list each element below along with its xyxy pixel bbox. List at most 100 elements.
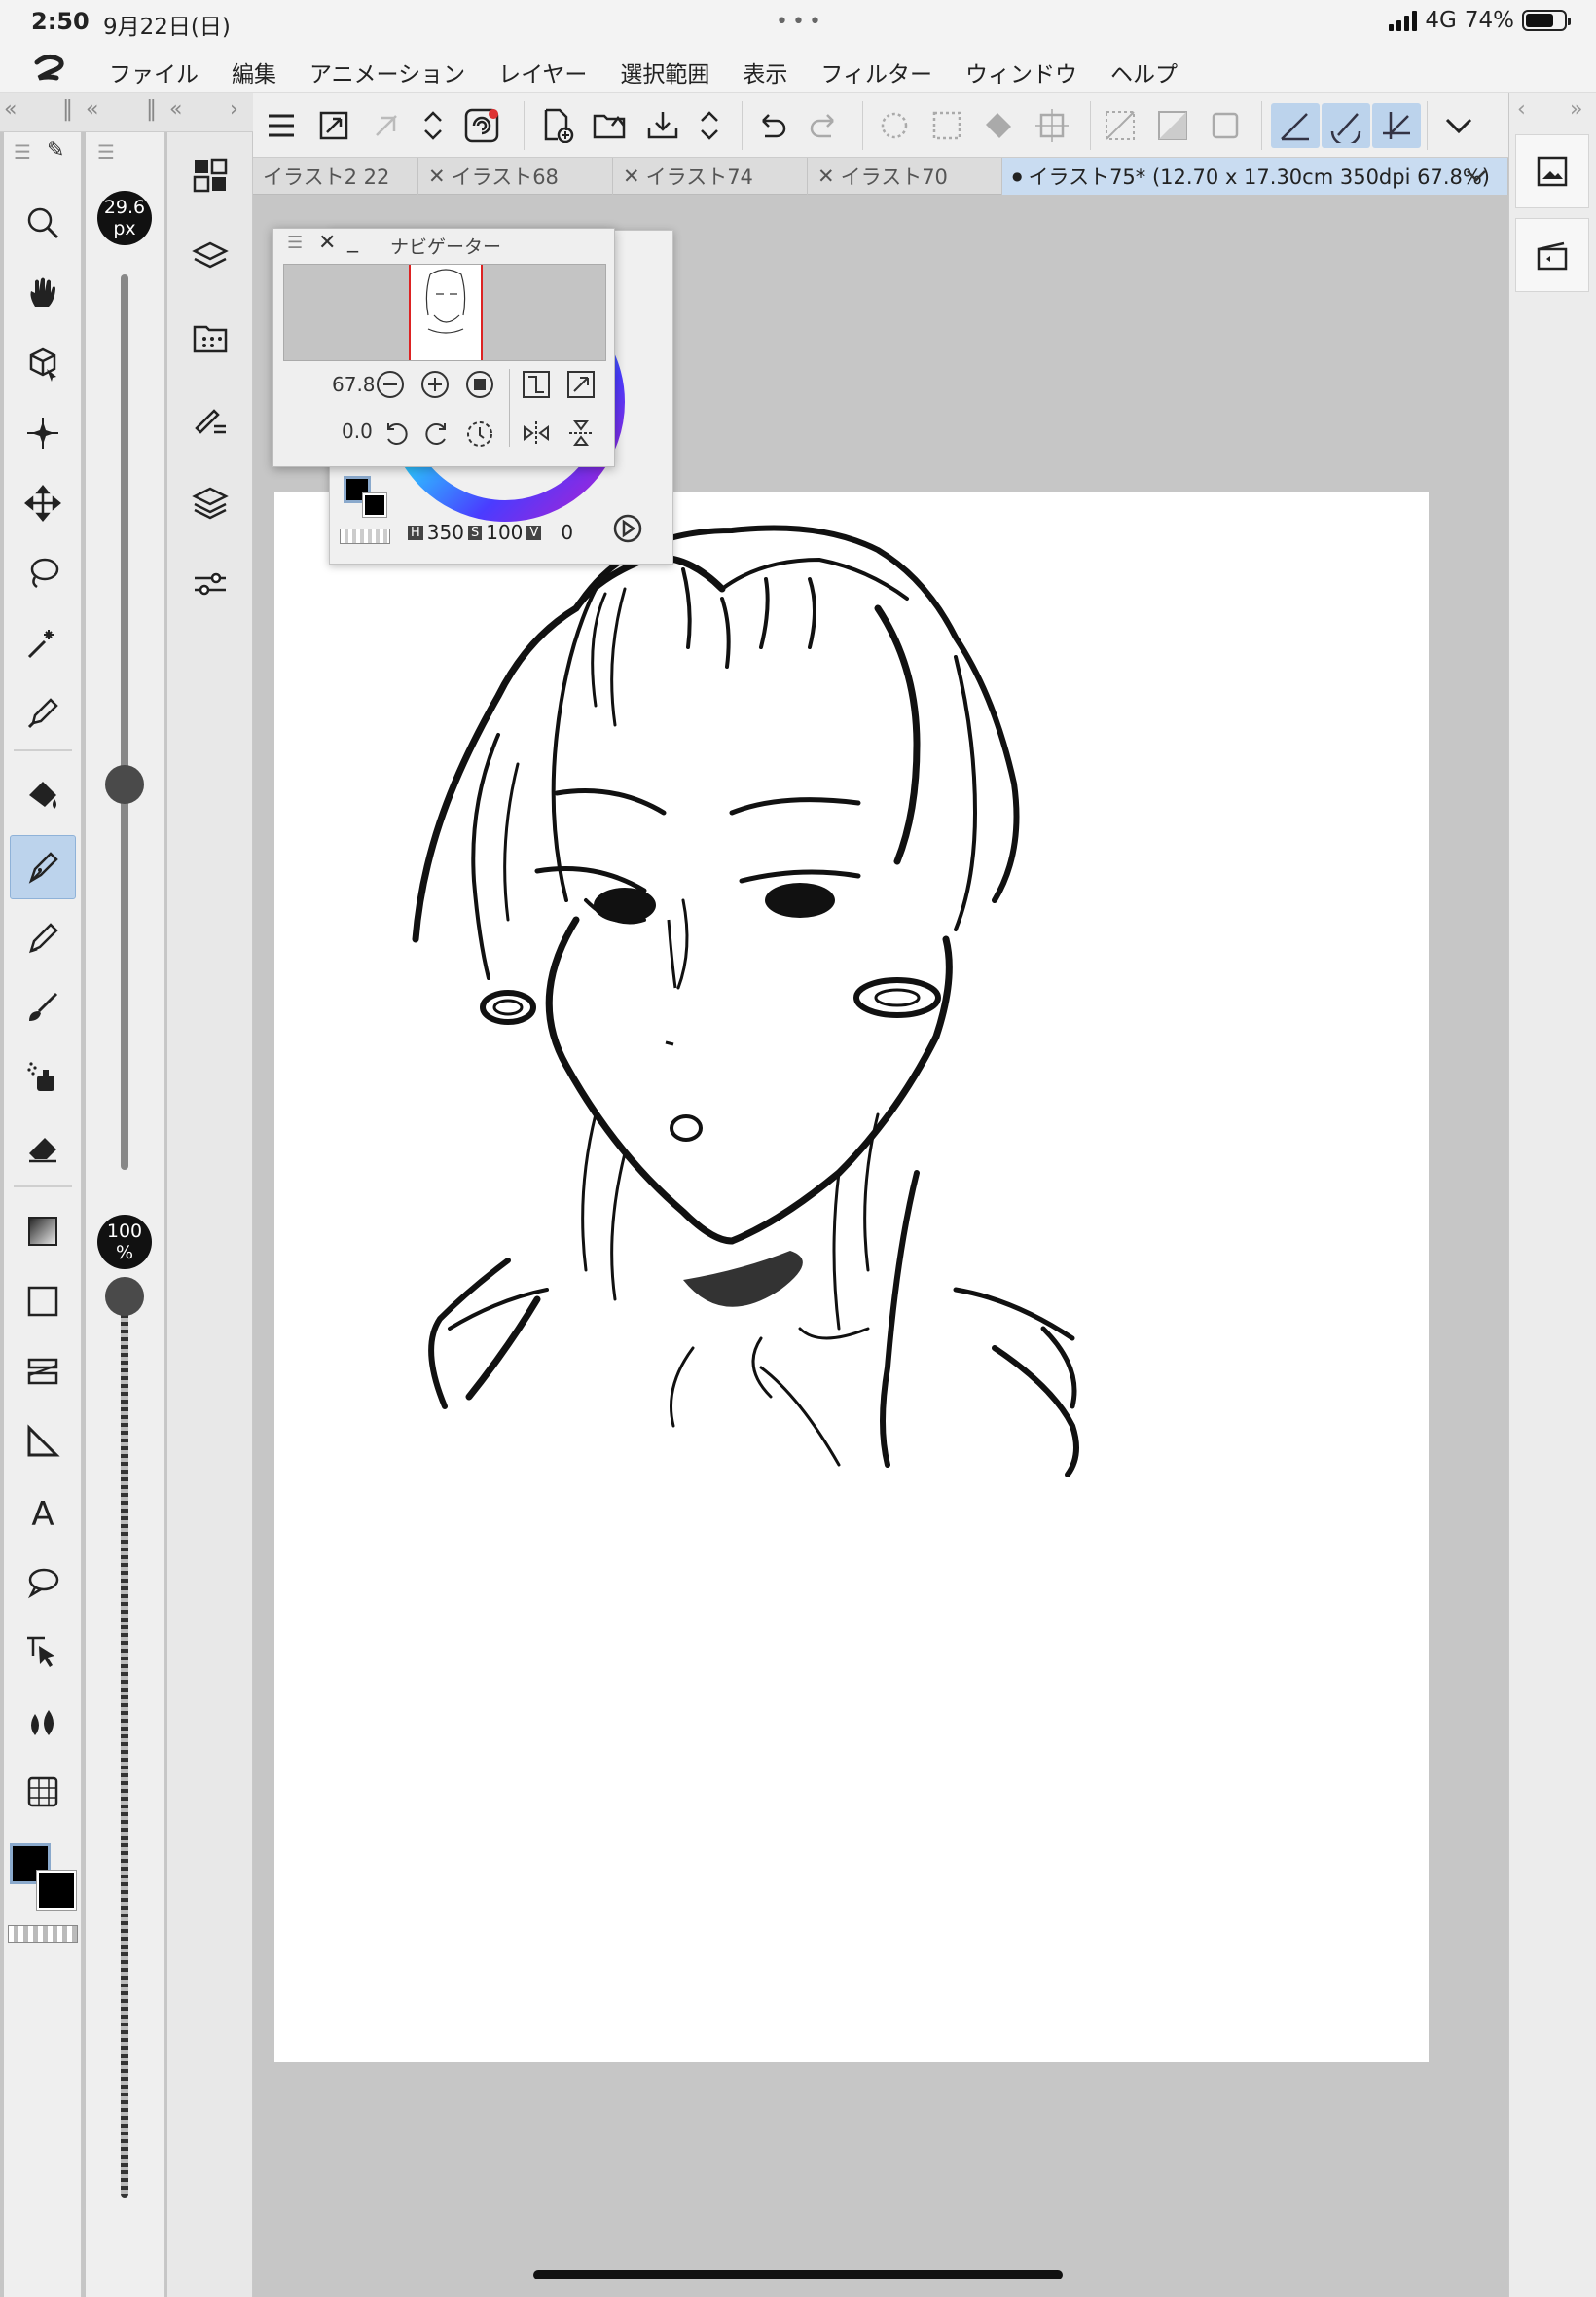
tool-blend[interactable]	[10, 1690, 76, 1754]
menu-item-3[interactable]: レイヤー	[498, 55, 587, 89]
close-icon[interactable]: ✕	[817, 164, 835, 188]
clear-outside-icon[interactable]	[1098, 103, 1143, 148]
home-indicator[interactable]	[533, 2270, 1063, 2279]
save-icon[interactable]	[640, 103, 685, 148]
color-mode-toggle-icon[interactable]	[612, 513, 643, 544]
menu-item-5[interactable]: 表示	[743, 55, 787, 89]
tool-property-icon[interactable]	[187, 397, 234, 444]
tool-eraser[interactable]	[10, 1115, 76, 1180]
navigator-panel-button[interactable]	[1515, 134, 1589, 208]
tool-frame-border[interactable]	[10, 1339, 76, 1404]
tool-eyedropper[interactable]	[10, 681, 76, 746]
zoom-out-icon[interactable]	[375, 369, 406, 400]
pen-tab-icon[interactable]: ✎	[47, 138, 64, 163]
fit-to-navigator-icon[interactable]	[565, 369, 597, 400]
layer-property-icon[interactable]	[187, 561, 234, 607]
clear-inside-icon[interactable]	[1150, 103, 1195, 148]
tool-pen[interactable]	[10, 835, 76, 899]
sub-color-swatch[interactable]	[36, 1870, 77, 1911]
rotate-left-icon[interactable]	[381, 418, 412, 449]
close-icon[interactable]: ✕	[318, 231, 336, 255]
fit-canvas-icon[interactable]	[311, 103, 356, 148]
reset-rotation-icon[interactable]	[464, 418, 495, 449]
clip-studio-icon[interactable]	[364, 103, 409, 148]
flip-horizontal-icon[interactable]	[521, 418, 552, 449]
drawing-canvas[interactable]	[274, 492, 1429, 2062]
rotation-value[interactable]: 0.0	[342, 419, 373, 443]
tab-2[interactable]: ✕ イラスト74	[613, 158, 808, 195]
menu-item-2[interactable]: アニメーション	[309, 55, 465, 89]
menu-item-6[interactable]: フィルター	[820, 55, 932, 89]
panel-grip-icon[interactable]: ‖	[62, 97, 73, 122]
zoom-in-icon[interactable]	[419, 369, 451, 400]
tool-auto-select[interactable]	[10, 401, 76, 465]
scroll-arrows-icon[interactable]	[411, 103, 455, 148]
tool-ruler[interactable]	[10, 1409, 76, 1474]
animation-panel-button[interactable]	[1515, 218, 1589, 292]
menu-icon[interactable]	[259, 103, 304, 148]
palette-menu-icon[interactable]: ☰	[14, 140, 31, 164]
sub-color-swatch[interactable]	[362, 492, 387, 518]
collapse-left-icon[interactable]: «	[4, 97, 17, 122]
material-icon[interactable]	[187, 234, 234, 280]
flip-vertical-icon[interactable]	[565, 418, 597, 449]
tool-zoom[interactable]	[10, 191, 76, 255]
snap-grid-icon[interactable]	[1372, 103, 1421, 148]
tool-balloon[interactable]	[10, 1550, 76, 1614]
tool-move[interactable]	[10, 471, 76, 535]
tool-pencil[interactable]	[10, 905, 76, 969]
scroll-arrows-icon[interactable]	[687, 103, 732, 148]
tab-list-chevron-icon[interactable]	[1455, 158, 1508, 195]
new-file-icon[interactable]	[535, 103, 580, 148]
expand-right-icon[interactable]: ›	[230, 97, 238, 122]
tool-3d-operation[interactable]	[10, 331, 76, 395]
zoom-value[interactable]: 67.8	[332, 373, 376, 396]
brush-opacity-slider-knob[interactable]	[105, 1277, 144, 1316]
snap-special-ruler-icon[interactable]	[1322, 103, 1370, 148]
fit-to-screen-icon[interactable]	[521, 369, 552, 400]
redo-icon[interactable]	[802, 103, 847, 148]
layer-icon[interactable]	[187, 479, 234, 526]
menu-item-0[interactable]: ファイル	[109, 55, 199, 89]
panel-grip-icon[interactable]: ‖	[146, 97, 157, 122]
deselect-icon[interactable]	[872, 103, 917, 148]
tool-magic-wand[interactable]	[10, 611, 76, 675]
menu-item-8[interactable]: ヘルプ	[1110, 55, 1178, 89]
snap-ruler-icon[interactable]	[1271, 103, 1320, 148]
tab-4[interactable]: ● イラスト75* (12.70 x 17.30cm 350dpi 67.8%)	[1002, 158, 1508, 195]
tool-text[interactable]: A	[10, 1479, 76, 1544]
open-file-icon[interactable]	[588, 103, 633, 148]
tab-3[interactable]: ✕ イラスト70	[808, 158, 1002, 195]
palette-menu-icon[interactable]: ☰	[287, 233, 303, 253]
menu-item-4[interactable]: 選択範囲	[620, 55, 709, 89]
transparent-color-swatch[interactable]	[340, 529, 390, 544]
crop-icon[interactable]	[1203, 103, 1248, 148]
tool-fill[interactable]	[10, 765, 76, 829]
tool-object-select[interactable]	[10, 1620, 76, 1684]
select-all-icon[interactable]	[925, 103, 969, 148]
tool-lasso-select[interactable]	[10, 541, 76, 605]
tab-0[interactable]: イラスト2 22	[253, 158, 418, 195]
tool-gradient[interactable]	[10, 1199, 76, 1263]
tool-rectangle[interactable]	[10, 1269, 76, 1333]
tool-brush[interactable]	[10, 975, 76, 1039]
tool-hand[interactable]	[10, 261, 76, 325]
brush-size-slider-knob[interactable]	[105, 765, 144, 805]
color-set-icon[interactable]	[187, 315, 234, 362]
expand-right-icon[interactable]: »	[1570, 97, 1582, 122]
collapse-left-icon[interactable]: «	[169, 97, 182, 122]
actual-size-icon[interactable]	[464, 369, 495, 400]
brush-opacity-slider-track[interactable]	[121, 1296, 128, 2198]
tab-1[interactable]: ✕ イラスト68	[418, 158, 613, 195]
menu-item-1[interactable]: 編集	[232, 55, 276, 89]
multitask-dots[interactable]: •••	[776, 10, 825, 34]
transform-icon[interactable]	[1030, 103, 1074, 148]
tool-grid[interactable]	[10, 1760, 76, 1824]
close-icon[interactable]: ✕	[623, 164, 640, 188]
rotate-right-icon[interactable]	[421, 418, 453, 449]
palette-menu-icon[interactable]: ☰	[97, 140, 115, 164]
chevron-down-icon[interactable]	[1436, 103, 1481, 148]
tool-airbrush[interactable]	[10, 1045, 76, 1110]
minimize-icon[interactable]: _	[347, 229, 358, 253]
sub-tool-palette-icon[interactable]	[187, 152, 234, 199]
